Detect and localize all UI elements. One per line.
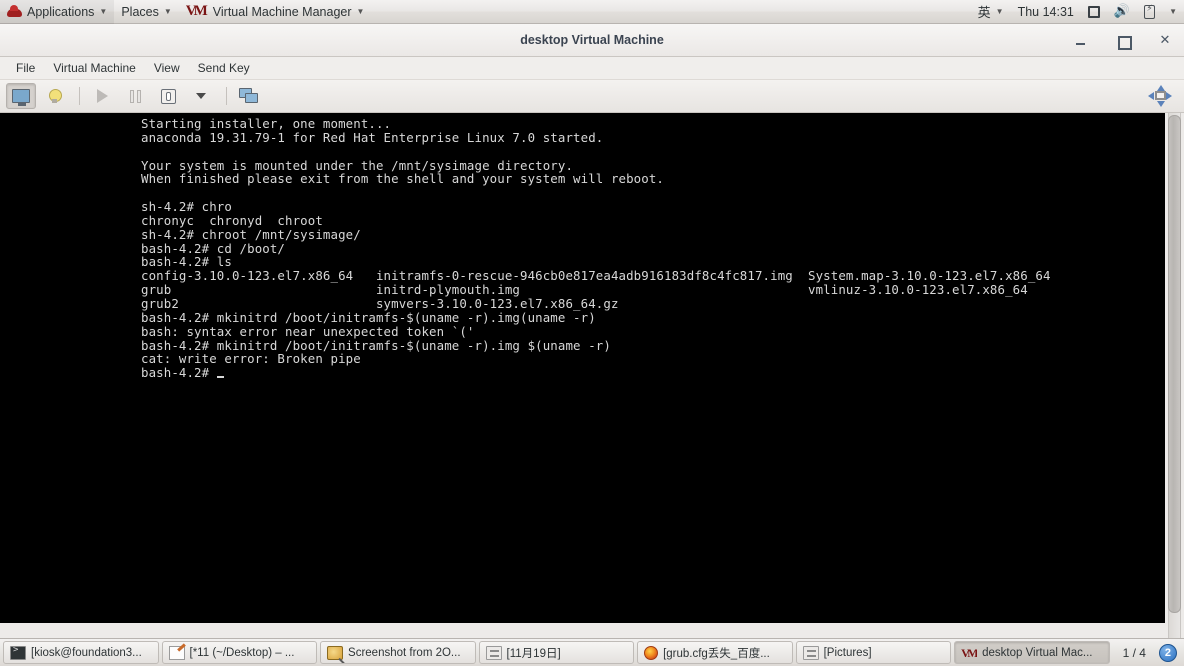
vm-scrollbar[interactable] <box>1165 113 1184 638</box>
window-icon <box>485 645 502 660</box>
window-icon <box>802 645 819 660</box>
clock[interactable]: Thu 14:31 <box>1011 0 1081 24</box>
run-button[interactable] <box>87 83 117 109</box>
taskbar-item-label: [11月19日] <box>506 647 561 660</box>
fullscreen-expand-icon <box>1148 85 1172 107</box>
firefox-icon <box>644 645 659 660</box>
shutdown-button[interactable] <box>153 83 183 109</box>
text-editor-icon <box>168 645 185 660</box>
applications-menu-label: Applications <box>27 4 95 19</box>
taskbar-item-firefox[interactable]: [grub.cfg丢失_百度... <box>637 641 793 664</box>
input-method-indicator[interactable]: 英 ▼ <box>971 0 1011 24</box>
speaker-icon: 🔊 <box>1113 4 1131 19</box>
taskbar-item-label: [grub.cfg丢失_百度... <box>663 647 770 660</box>
virtual-machine-manager-logo-icon: VM <box>185 4 208 19</box>
lightbulb-icon <box>48 89 62 103</box>
shutdown-menu-button[interactable] <box>186 83 216 109</box>
power-switch-icon <box>160 88 176 104</box>
close-button[interactable]: ✕ <box>1154 30 1176 52</box>
taskbar-item-label: [kiosk@foundation3... <box>31 646 142 659</box>
display-settings-indicator[interactable] <box>1081 0 1107 24</box>
places-menu[interactable]: Places ▼ <box>114 0 178 24</box>
display-icon <box>1087 5 1100 18</box>
taskbar-item-terminal[interactable]: [kiosk@foundation3... <box>3 641 159 664</box>
taskbar-item-label: desktop Virtual Mac... <box>982 646 1093 659</box>
chevron-down-icon: ▼ <box>995 6 1004 16</box>
virtual-machine-manager-logo-icon: VM <box>961 645 977 660</box>
workspace-switcher[interactable]: 1 / 4 <box>1113 646 1156 660</box>
menubar: File Virtual Machine View Send Key <box>0 57 1184 80</box>
menu-file[interactable]: File <box>7 57 44 80</box>
taskbar-item-virtual-machine[interactable]: VM desktop Virtual Mac... <box>954 641 1110 664</box>
notification-badge[interactable]: 2 <box>1158 643 1177 662</box>
menu-send-key[interactable]: Send Key <box>189 57 259 80</box>
toolbar <box>0 80 1184 113</box>
menu-view[interactable]: View <box>145 57 189 80</box>
places-menu-label: Places <box>121 4 159 19</box>
chevron-down-icon: ▼ <box>99 6 108 16</box>
page-title: desktop Virtual Machine <box>520 33 664 47</box>
scrollbar-thumb[interactable] <box>1168 115 1181 613</box>
maximize-button[interactable] <box>1112 30 1134 52</box>
window-titlebar[interactable]: desktop Virtual Machine ✕ <box>0 24 1184 57</box>
show-console-button[interactable] <box>6 83 36 109</box>
battery-indicator[interactable] <box>1137 0 1162 24</box>
pause-icon <box>129 89 141 103</box>
chevron-down-icon <box>196 93 206 99</box>
fullscreen-button[interactable] <box>1145 83 1175 109</box>
snapshots-button[interactable] <box>234 83 264 109</box>
taskbar-item-label: Screenshot from 2O... <box>348 646 461 659</box>
taskbar-item-label: [*11 (~/Desktop) – ... <box>189 646 295 659</box>
terminal-cursor <box>216 376 224 379</box>
chevron-down-icon: ▼ <box>356 6 365 16</box>
terminal-output: Starting installer, one moment... anacon… <box>141 116 1051 381</box>
top-panel: Applications ▼ Places ▼ VM Virtual Machi… <box>0 0 1184 24</box>
window-controls: ✕ <box>1070 24 1176 57</box>
play-icon <box>96 89 108 103</box>
screens-icon <box>239 88 259 104</box>
vm-display-area: Starting installer, one moment... anacon… <box>0 113 1184 638</box>
clock-label: Thu 14:31 <box>1017 4 1074 19</box>
terminal-console[interactable]: Starting installer, one moment... anacon… <box>0 113 1165 623</box>
taskbar-item-screenshot[interactable]: Screenshot from 2O... <box>320 641 476 664</box>
pause-button[interactable] <box>120 83 150 109</box>
system-menu[interactable]: ▼ <box>1162 0 1184 24</box>
virtual-machine-window: desktop Virtual Machine ✕ File Virtual M… <box>0 24 1184 638</box>
toolbar-separator <box>226 87 227 105</box>
taskbar-item-label: [Pictures] <box>823 646 872 659</box>
taskbar-item-pictures[interactable]: [Pictures] <box>795 641 952 664</box>
volume-indicator[interactable]: 🔊 <box>1107 0 1137 24</box>
minimize-button[interactable] <box>1070 30 1092 52</box>
toolbar-separator <box>79 87 80 105</box>
taskbar-item-folder-date[interactable]: [11月19日] <box>478 641 635 664</box>
active-application-menu[interactable]: VM Virtual Machine Manager ▼ <box>179 0 372 24</box>
applications-menu[interactable]: Applications ▼ <box>0 0 115 24</box>
battery-icon <box>1144 4 1156 19</box>
redhat-logo-icon <box>7 5 22 18</box>
show-details-button[interactable] <box>39 83 69 109</box>
terminal-icon <box>10 645 26 660</box>
chevron-down-icon: ▼ <box>1169 6 1177 16</box>
screenshot-icon <box>327 645 344 660</box>
input-method-label: 英 <box>977 6 991 21</box>
chevron-down-icon: ▼ <box>163 6 172 16</box>
monitor-icon <box>12 89 30 106</box>
menu-virtual-machine[interactable]: Virtual Machine <box>44 57 145 80</box>
taskbar: [kiosk@foundation3... [*11 (~/Desktop) –… <box>0 638 1184 666</box>
taskbar-item-text-editor[interactable]: [*11 (~/Desktop) – ... <box>161 641 318 664</box>
active-application-label: Virtual Machine Manager <box>212 4 352 19</box>
